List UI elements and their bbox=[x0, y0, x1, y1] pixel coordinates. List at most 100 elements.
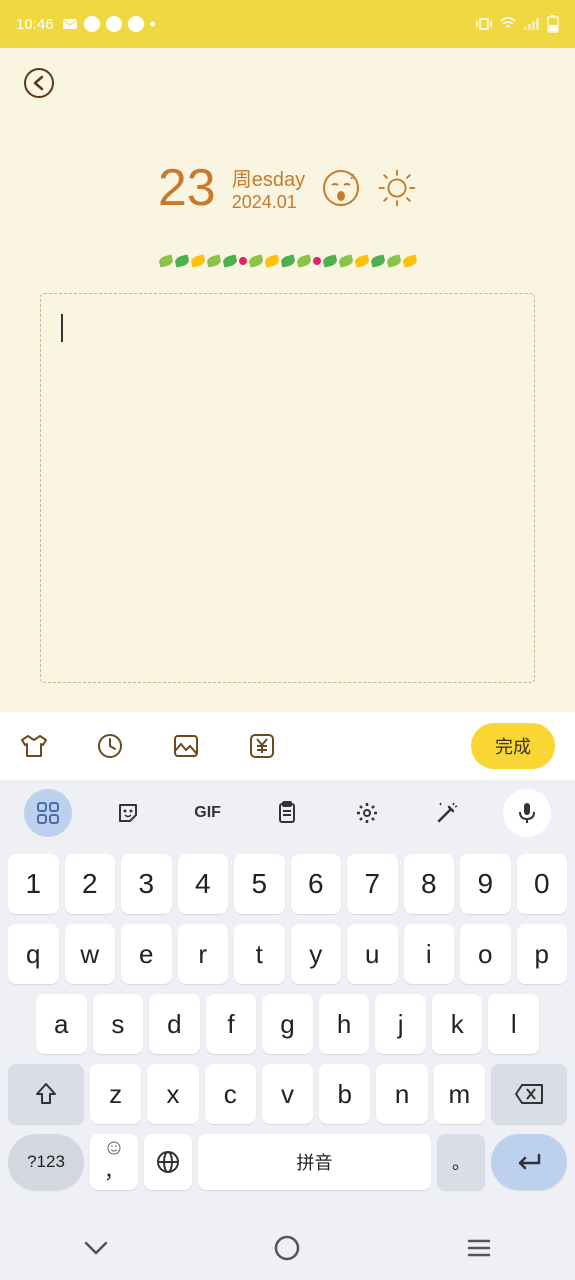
clothing-tool[interactable] bbox=[20, 732, 48, 760]
weather-selector[interactable] bbox=[377, 168, 417, 208]
keyboard-toolbar: GIF bbox=[0, 780, 575, 846]
keyboard-apps-button[interactable] bbox=[24, 789, 72, 837]
key-0[interactable]: 0 bbox=[517, 854, 568, 914]
status-check-icon: ✓ bbox=[84, 16, 100, 32]
key-e[interactable]: e bbox=[121, 924, 172, 984]
key-s[interactable]: s bbox=[93, 994, 144, 1054]
decorative-divider bbox=[148, 248, 428, 273]
chevron-down-icon bbox=[82, 1239, 110, 1257]
key-o[interactable]: o bbox=[460, 924, 511, 984]
done-button[interactable]: 完成 bbox=[471, 723, 555, 769]
keyboard-magic-button[interactable] bbox=[423, 789, 471, 837]
key-backspace[interactable] bbox=[491, 1064, 567, 1124]
text-cursor bbox=[61, 314, 63, 342]
yen-icon bbox=[248, 732, 276, 760]
navigation-bar bbox=[0, 1216, 575, 1280]
svg-text:z: z bbox=[350, 171, 355, 181]
key-g[interactable]: g bbox=[262, 994, 313, 1054]
key-u[interactable]: u bbox=[347, 924, 398, 984]
signal-icon bbox=[523, 17, 541, 31]
key-mode-switch[interactable]: ?123 bbox=[8, 1134, 84, 1190]
keyboard-clipboard-button[interactable] bbox=[263, 789, 311, 837]
enter-icon bbox=[515, 1152, 543, 1172]
key-b[interactable]: b bbox=[319, 1064, 370, 1124]
date-full: 2024.01 bbox=[232, 192, 305, 213]
key-c[interactable]: c bbox=[205, 1064, 256, 1124]
status-check-icon: ✓ bbox=[128, 16, 144, 32]
back-button[interactable] bbox=[24, 68, 54, 98]
money-tool[interactable] bbox=[248, 732, 276, 760]
image-icon bbox=[172, 732, 200, 760]
key-d[interactable]: d bbox=[149, 994, 200, 1054]
key-k[interactable]: k bbox=[432, 994, 483, 1054]
nav-menu-button[interactable] bbox=[459, 1228, 499, 1268]
mood-selector[interactable]: z bbox=[321, 168, 361, 208]
date-day: 23 bbox=[158, 158, 216, 218]
key-r[interactable]: r bbox=[178, 924, 229, 984]
nav-back-button[interactable] bbox=[76, 1228, 116, 1268]
keyboard-gif-button[interactable]: GIF bbox=[184, 789, 232, 837]
circle-icon bbox=[274, 1235, 300, 1261]
keyboard-settings-button[interactable] bbox=[343, 789, 391, 837]
keyboard: 1 2 3 4 5 6 7 8 9 0 q w e r t y u i o p … bbox=[0, 846, 575, 1216]
key-j[interactable]: j bbox=[375, 994, 426, 1054]
diary-text-input[interactable] bbox=[40, 293, 535, 683]
image-tool[interactable] bbox=[172, 732, 200, 760]
grid-icon bbox=[36, 801, 60, 825]
key-9[interactable]: 9 bbox=[460, 854, 511, 914]
key-n[interactable]: n bbox=[376, 1064, 427, 1124]
key-v[interactable]: v bbox=[262, 1064, 313, 1124]
editor-toolbar: 完成 bbox=[0, 712, 575, 780]
key-3[interactable]: 3 bbox=[121, 854, 172, 914]
key-6[interactable]: 6 bbox=[291, 854, 342, 914]
arrow-left-icon bbox=[31, 75, 47, 91]
date-weekday: 周esday bbox=[232, 163, 305, 192]
vibrate-icon bbox=[475, 17, 493, 31]
key-t[interactable]: t bbox=[234, 924, 285, 984]
gif-label: GIF bbox=[194, 804, 221, 822]
gear-icon bbox=[355, 801, 379, 825]
keyboard-voice-button[interactable] bbox=[503, 789, 551, 837]
key-x[interactable]: x bbox=[147, 1064, 198, 1124]
key-7[interactable]: 7 bbox=[347, 854, 398, 914]
key-enter[interactable] bbox=[491, 1134, 567, 1190]
key-space[interactable]: 拼音 bbox=[198, 1134, 431, 1190]
key-language[interactable] bbox=[144, 1134, 192, 1190]
time-tool[interactable] bbox=[96, 732, 124, 760]
menu-icon bbox=[467, 1238, 491, 1258]
mail-icon bbox=[62, 16, 78, 32]
key-h[interactable]: h bbox=[319, 994, 370, 1054]
key-l[interactable]: l bbox=[488, 994, 539, 1054]
key-f[interactable]: f bbox=[206, 994, 257, 1054]
emoji-icon bbox=[107, 1141, 121, 1155]
key-2[interactable]: 2 bbox=[65, 854, 116, 914]
key-1[interactable]: 1 bbox=[8, 854, 59, 914]
key-shift[interactable] bbox=[8, 1064, 84, 1124]
key-z[interactable]: z bbox=[90, 1064, 141, 1124]
status-bar: 10:46 ✓ ✓ ✓ • bbox=[0, 0, 575, 48]
backspace-icon bbox=[514, 1083, 544, 1105]
clock-icon bbox=[96, 732, 124, 760]
key-8[interactable]: 8 bbox=[404, 854, 455, 914]
magic-wand-icon bbox=[435, 801, 459, 825]
key-i[interactable]: i bbox=[404, 924, 455, 984]
status-check-icon: ✓ bbox=[106, 16, 122, 32]
key-period[interactable]: 。 bbox=[437, 1134, 485, 1190]
sticker-icon bbox=[116, 801, 140, 825]
key-a[interactable]: a bbox=[36, 994, 87, 1054]
key-w[interactable]: w bbox=[65, 924, 116, 984]
wifi-icon bbox=[499, 17, 517, 31]
key-y[interactable]: y bbox=[291, 924, 342, 984]
clipboard-icon bbox=[275, 801, 299, 825]
key-5[interactable]: 5 bbox=[234, 854, 285, 914]
sleepy-face-icon: z bbox=[322, 169, 360, 207]
key-comma[interactable]: ， bbox=[90, 1134, 138, 1190]
key-p[interactable]: p bbox=[517, 924, 568, 984]
status-more-icon: • bbox=[150, 14, 156, 35]
nav-home-button[interactable] bbox=[267, 1228, 307, 1268]
sun-icon bbox=[377, 167, 417, 209]
keyboard-sticker-button[interactable] bbox=[104, 789, 152, 837]
key-4[interactable]: 4 bbox=[178, 854, 229, 914]
key-q[interactable]: q bbox=[8, 924, 59, 984]
key-m[interactable]: m bbox=[434, 1064, 485, 1124]
